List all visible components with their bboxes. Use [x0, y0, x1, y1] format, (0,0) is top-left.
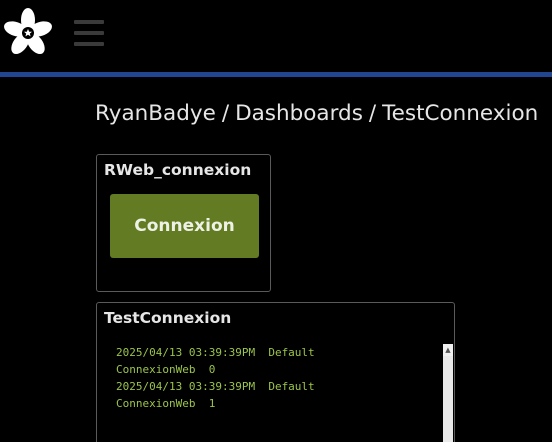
- stream-line: ConnexionWeb 1: [116, 397, 216, 410]
- stream-line: 2025/04/13 03:39:39PM Default: [116, 346, 315, 359]
- hamburger-menu-icon[interactable]: [74, 20, 104, 46]
- momentary-button-block: RWeb_connexion Connexion: [96, 154, 271, 292]
- stream-block: TestConnexion 2025/04/13 03:39:39PM Defa…: [96, 302, 455, 442]
- block-title: RWeb_connexion: [104, 161, 252, 179]
- stream-line: ConnexionWeb 0: [116, 363, 216, 376]
- dashboard-page: RyanBadye / Dashboards / TestConnexion RWeb_…: [0, 0, 552, 442]
- stream-scrollbar[interactable]: ▲: [443, 344, 453, 442]
- breadcrumb-separator: /: [221, 101, 230, 126]
- block-title: TestConnexion: [104, 309, 232, 327]
- top-navigation-bar: [0, 0, 552, 72]
- header-accent-bar: [0, 72, 552, 77]
- breadcrumb-separator: /: [368, 101, 377, 126]
- stream-line: 2025/04/13 03:39:39PM Default: [116, 380, 315, 393]
- connexion-button[interactable]: Connexion: [110, 194, 259, 258]
- scroll-up-arrow-icon[interactable]: ▲: [443, 344, 453, 356]
- stream-log: 2025/04/13 03:39:39PM Default ConnexionW…: [116, 344, 436, 412]
- breadcrumb-dashboards-link[interactable]: Dashboards: [235, 101, 363, 126]
- adafruit-flower-logo-icon[interactable]: [2, 6, 54, 58]
- breadcrumb-user-link[interactable]: RyanBadye: [95, 101, 216, 126]
- breadcrumb-current-page: TestConnexion: [382, 101, 539, 126]
- breadcrumb: RyanBadye / Dashboards / TestConnexion: [95, 101, 538, 126]
